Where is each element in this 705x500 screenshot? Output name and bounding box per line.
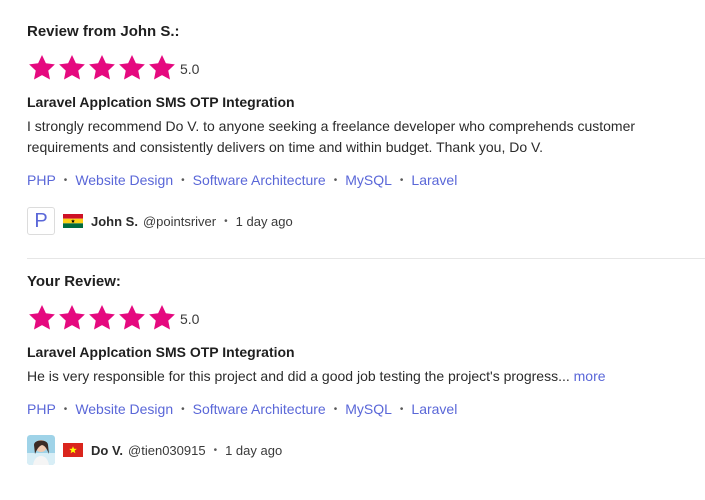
skill-link-website-design[interactable]: Website Design	[75, 172, 173, 188]
review-text: I strongly recommend Do V. to anyone see…	[27, 118, 636, 155]
star-icon	[57, 303, 87, 333]
separator-dot: •	[399, 403, 404, 415]
more-link[interactable]: more	[574, 368, 606, 384]
star-icon	[117, 303, 147, 333]
skill-link-website-design[interactable]: Website Design	[75, 401, 173, 417]
review-card: Review from John S.: 5.0 Laravel Applcat…	[27, 22, 697, 236]
divider	[27, 258, 705, 259]
skill-link-php[interactable]: PHP	[27, 401, 56, 417]
review-time: 1 day ago	[235, 213, 293, 229]
review-heading: Your Review:	[27, 273, 121, 290]
star-icon	[27, 53, 57, 83]
rating-row: 5.0	[27, 53, 697, 83]
project-title: Laravel Applcation SMS OTP Integration	[27, 344, 295, 360]
rating-value: 5.0	[180, 311, 200, 327]
star-rating	[27, 303, 177, 333]
author-username[interactable]: @pointsriver	[143, 214, 216, 229]
project-title: Laravel Applcation SMS OTP Integration	[27, 94, 295, 110]
review-text: He is very responsible for this project …	[27, 368, 570, 384]
review-time: 1 day ago	[225, 442, 283, 458]
skill-link-laravel[interactable]: Laravel	[411, 172, 457, 188]
star-icon	[87, 303, 117, 333]
separator-dot: •	[399, 174, 404, 186]
separator-dot: •	[181, 403, 185, 415]
star-icon	[57, 53, 87, 83]
review-heading: Review from John S.:	[27, 23, 180, 40]
avatar[interactable]: P	[27, 207, 55, 235]
star-rating	[27, 53, 177, 83]
review-author: Do V. @tien030915 • 1 day ago	[27, 435, 697, 465]
skill-link-software-architecture[interactable]: Software Architecture	[193, 401, 326, 417]
rating-row: 5.0	[27, 303, 697, 333]
skill-link-php[interactable]: PHP	[27, 172, 56, 188]
review-card: Your Review: 5.0 Laravel Applcation SMS …	[27, 272, 697, 465]
separator-dot: •	[333, 174, 338, 186]
separator-dot: •	[63, 174, 68, 186]
review-author: P John S. @pointsriver • 1 day ago	[27, 206, 697, 236]
separator-dot: •	[224, 215, 228, 227]
skill-tags: PHP • Website Design • Software Architec…	[27, 400, 697, 418]
star-icon	[147, 303, 177, 333]
rating-value: 5.0	[180, 61, 200, 77]
star-icon	[147, 53, 177, 83]
ghana-flag-icon	[63, 214, 83, 228]
separator-dot: •	[213, 444, 218, 456]
review-text-container: He is very responsible for this project …	[27, 366, 697, 387]
author-name[interactable]: Do V.	[91, 443, 123, 458]
separator-dot: •	[63, 403, 68, 415]
skill-link-mysql[interactable]: MySQL	[345, 172, 392, 188]
separator-dot: •	[333, 403, 338, 415]
star-icon	[87, 53, 117, 83]
skill-link-mysql[interactable]: MySQL	[345, 401, 392, 417]
star-icon	[117, 53, 147, 83]
separator-dot: •	[181, 174, 185, 186]
vietnam-flag-icon	[63, 443, 83, 457]
star-icon	[27, 303, 57, 333]
skill-link-laravel[interactable]: Laravel	[411, 401, 457, 417]
skill-link-software-architecture[interactable]: Software Architecture	[193, 172, 326, 188]
skill-tags: PHP • Website Design • Software Architec…	[27, 171, 697, 189]
author-username[interactable]: @tien030915	[128, 443, 206, 458]
user-photo-avatar[interactable]	[27, 435, 55, 465]
author-name[interactable]: John S.	[91, 214, 138, 229]
